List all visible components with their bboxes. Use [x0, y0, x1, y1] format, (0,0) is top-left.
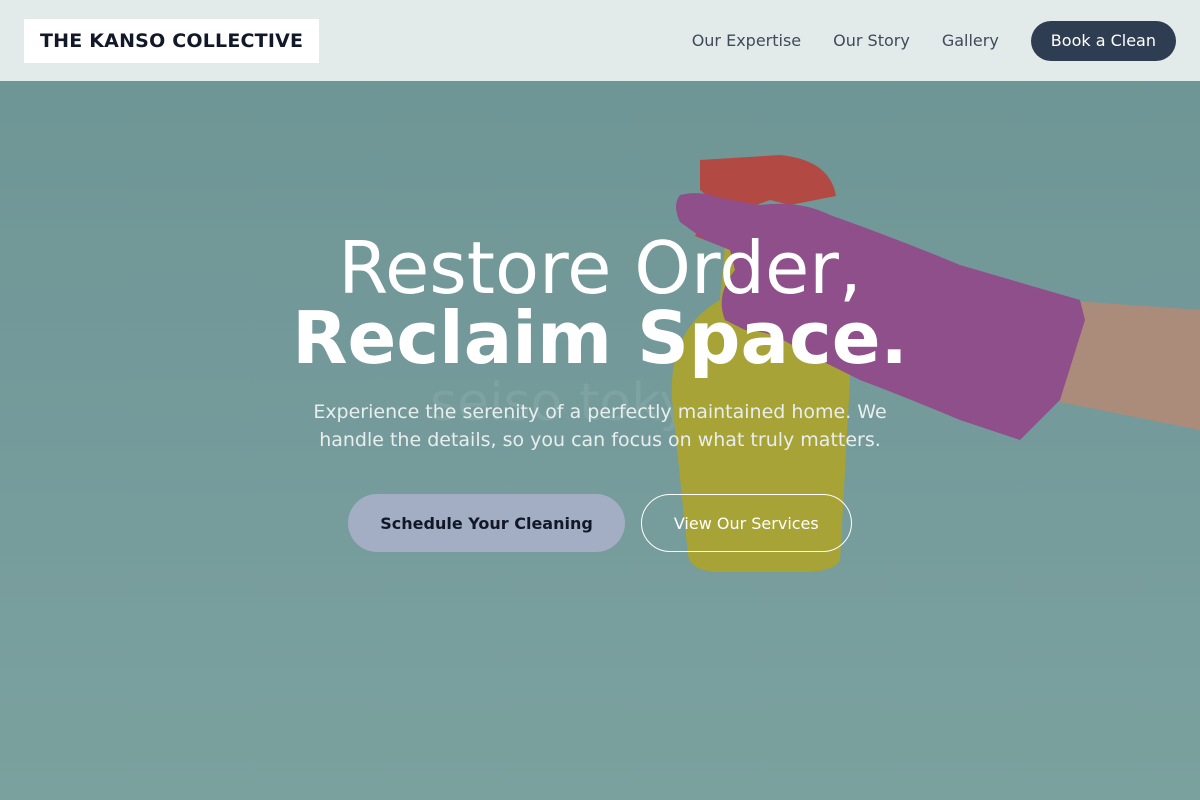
book-a-clean-button[interactable]: Book a Clean — [1030, 20, 1176, 61]
hero-title-line2: Reclaim Space. — [292, 296, 908, 380]
nav-links: Our Expertise Our Story Gallery Book a C… — [660, 20, 1176, 61]
logo[interactable]: THE KANSO COLLECTIVE — [24, 18, 320, 63]
navbar: THE KANSO COLLECTIVE Our Expertise Our S… — [0, 0, 1200, 81]
hero-buttons: Schedule Your Cleaning View Our Services — [348, 494, 852, 552]
hero-content: Restore Order, Reclaim Space. Experience… — [0, 228, 1200, 552]
nav-link-our-story[interactable]: Our Story — [833, 31, 910, 50]
nav-link-gallery[interactable]: Gallery — [942, 31, 999, 50]
view-services-button[interactable]: View Our Services — [640, 494, 852, 552]
nav-link-our-expertise[interactable]: Our Expertise — [692, 31, 801, 50]
hero-subtitle: Experience the serenity of a perfectly m… — [313, 401, 887, 451]
schedule-cleaning-button[interactable]: Schedule Your Cleaning — [348, 494, 625, 552]
